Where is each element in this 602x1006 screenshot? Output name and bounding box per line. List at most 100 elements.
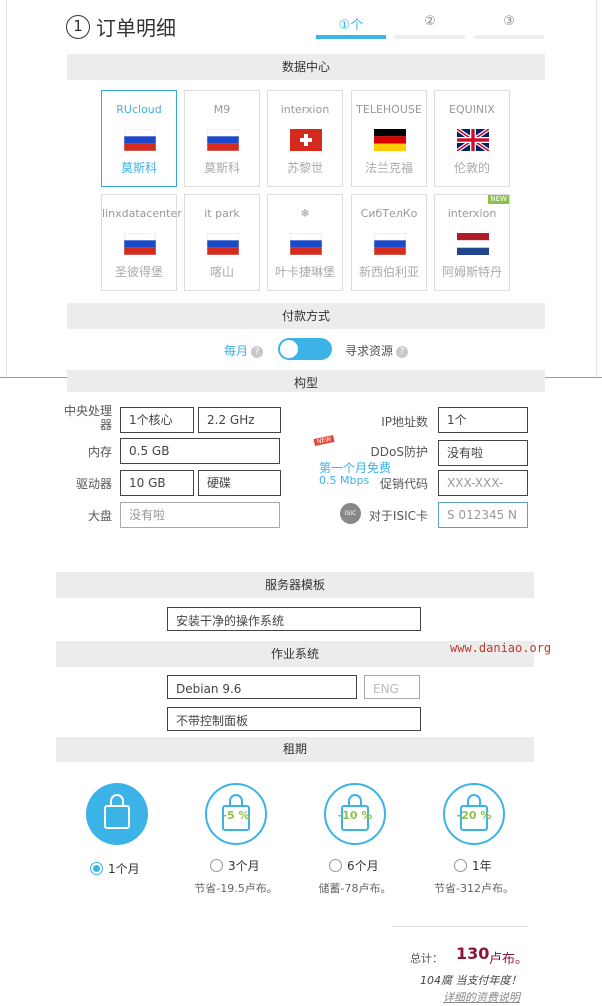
payment-section-header: 付款方式 — [67, 303, 545, 329]
flag-icon — [374, 129, 406, 151]
datacenter-city: 莫斯科 — [120, 161, 157, 175]
total-divider — [393, 926, 527, 927]
cpu-frequency-select[interactable]: 2.2 GHz — [198, 407, 281, 433]
term-3-month-savings: 节省-19.5卢布。 — [194, 882, 278, 895]
new-badge: NEW — [313, 434, 335, 447]
tariff-details-link[interactable]: 详细的资费说明 — [443, 989, 520, 1005]
watermark: www.daniao.org — [450, 641, 552, 655]
total-amount: 130 — [456, 944, 490, 963]
help-icon[interactable]: ? — [251, 345, 264, 358]
term-3-month-package[interactable]: -5 % — [205, 783, 267, 845]
datacenter-logo: interxion — [280, 103, 330, 116]
datacenter-card[interactable]: interxion 苏黎世 — [267, 90, 343, 187]
datacenter-logo: TELEHOUSE — [356, 103, 422, 116]
page-title-text: 订单明细 — [96, 16, 176, 40]
template-section-header: 服务器模板 — [56, 572, 534, 598]
datacenter-logo: EQUINIX — [449, 103, 495, 116]
datacenter-card[interactable]: linxdatacenter 圣彼得堡 — [101, 194, 182, 291]
total-unit: 卢布。 — [489, 952, 529, 967]
datacenter-card[interactable]: it park 喀山 — [184, 194, 260, 291]
term-6-month-savings: 储蓄-78卢布。 — [318, 882, 392, 895]
bandwidth-note: 0.5 Mbps — [319, 474, 370, 487]
datacenter-city: 苏黎世 — [286, 161, 323, 175]
discount-label: -10 % — [337, 809, 373, 822]
os-distro-select[interactable]: Debian 9.6 — [167, 675, 357, 699]
datacenter-card[interactable]: M9 莫斯科 — [184, 90, 260, 187]
template-select[interactable]: 安装干净的操作系统 — [167, 607, 421, 631]
datacenter-card[interactable]: СибТелКо 新西伯利亚 — [351, 194, 427, 291]
help-icon[interactable]: ? — [396, 345, 409, 358]
datacenter-city: 法兰克福 — [364, 161, 413, 175]
datacenter-logo: it park — [204, 207, 240, 220]
panel-left-border — [6, 0, 7, 378]
disk-label: 大盘 — [87, 509, 112, 523]
flag-icon — [124, 129, 156, 151]
datacenter-city: 圣彼得堡 — [114, 265, 163, 279]
payment-monthly-option[interactable]: 每月? — [224, 342, 264, 359]
isic-input[interactable]: S 012345 N — [438, 502, 528, 528]
term-label: 3个月 — [228, 859, 260, 873]
cpu-cores-select[interactable]: 1个核心 — [120, 407, 194, 433]
ip-select[interactable]: 1个 — [438, 407, 528, 433]
term-label: 1年 — [472, 859, 492, 873]
term-6-month-radio[interactable]: 6个月 — [329, 857, 379, 874]
drive-type-select[interactable]: 硬碟 — [198, 470, 281, 496]
flag-icon — [374, 233, 406, 255]
config-section-header: 构型 — [67, 374, 545, 392]
ip-label: IP地址数 — [381, 415, 428, 429]
datacenter-card[interactable]: RUcloud 莫斯科 — [101, 90, 177, 187]
page-title: 1 订单明细 — [66, 12, 176, 41]
flag-icon — [457, 233, 489, 255]
ram-label: 内存 — [87, 445, 112, 459]
isic-card-icon: ISIC — [340, 503, 361, 524]
datacenter-card[interactable]: ❄ 叶卡捷琳堡 — [267, 194, 343, 291]
datacenter-logo: СибТелКо — [360, 207, 418, 220]
datacenter-city: 叶卡捷琳堡 — [274, 265, 335, 279]
annual-note: 104腐 当支付年度！ — [420, 974, 522, 987]
os-language-select[interactable]: ENG — [364, 675, 420, 699]
flag-icon — [207, 233, 239, 255]
step-3-tab[interactable]: ③ — [474, 14, 544, 39]
flag-icon — [124, 233, 156, 255]
datacenter-city: 莫斯科 — [203, 161, 240, 175]
step-2-label: ② — [424, 14, 436, 29]
term-1-month-radio[interactable]: 1个月 — [90, 860, 140, 877]
total-label: 总计： — [410, 952, 443, 965]
term-1-month-package[interactable] — [86, 783, 148, 845]
term-1-year-savings: 节省-312卢布。 — [434, 882, 514, 895]
discount-label: -20 % — [456, 809, 492, 822]
ddos-select[interactable]: 没有啦 — [438, 440, 528, 466]
datacenter-logo: linxdatacenter — [102, 207, 182, 220]
datacenter-logo: interxion — [447, 207, 497, 220]
payment-toggle[interactable] — [278, 338, 332, 360]
step-1-tab[interactable]: ①个 — [316, 14, 386, 39]
datacenter-card[interactable]: EQUINIX 伦敦的 — [434, 90, 510, 187]
flag-icon — [290, 233, 322, 255]
datacenter-card[interactable]: TELEHOUSE 法兰克福 — [351, 90, 427, 187]
discount-label: -5 % — [222, 809, 250, 822]
payment-request-option[interactable]: 寻求资源? — [345, 342, 409, 359]
term-6-month-package[interactable]: -10 % — [324, 783, 386, 845]
datacenter-section-header: 数据中心 — [67, 54, 545, 80]
ram-select[interactable]: 0.5 GB — [120, 438, 280, 464]
flag-icon — [457, 129, 489, 151]
disk-input[interactable]: 没有啦 — [120, 502, 280, 528]
step-1-label: ①个 — [338, 18, 364, 33]
control-panel-select[interactable]: 不带控制面板 — [167, 707, 421, 731]
term-1-year-radio[interactable]: 1年 — [454, 857, 492, 874]
term-3-month-radio[interactable]: 3个月 — [210, 857, 260, 874]
isic-label: 对于ISIC卡 — [368, 509, 428, 523]
datacenter-card[interactable]: interxion 阿姆斯特丹 NEW — [434, 194, 510, 291]
drive-size-select[interactable]: 10 GB — [120, 470, 194, 496]
datacenter-logo: ❄ — [300, 207, 310, 220]
ddos-label: DDoS防护 — [370, 445, 428, 459]
cpu-label: 中央处理器 — [63, 404, 112, 432]
term-label: 6个月 — [347, 859, 379, 873]
step-number: 1 — [66, 14, 90, 39]
promo-label: 促销代码 — [379, 477, 428, 491]
datacenter-city: 喀山 — [209, 265, 234, 279]
term-1-year-package[interactable]: -20 % — [443, 783, 505, 845]
shopping-bag-icon — [104, 794, 130, 829]
promo-input[interactable]: XXX-XXX-XXX — [438, 470, 528, 514]
step-2-tab[interactable]: ② — [395, 14, 465, 39]
